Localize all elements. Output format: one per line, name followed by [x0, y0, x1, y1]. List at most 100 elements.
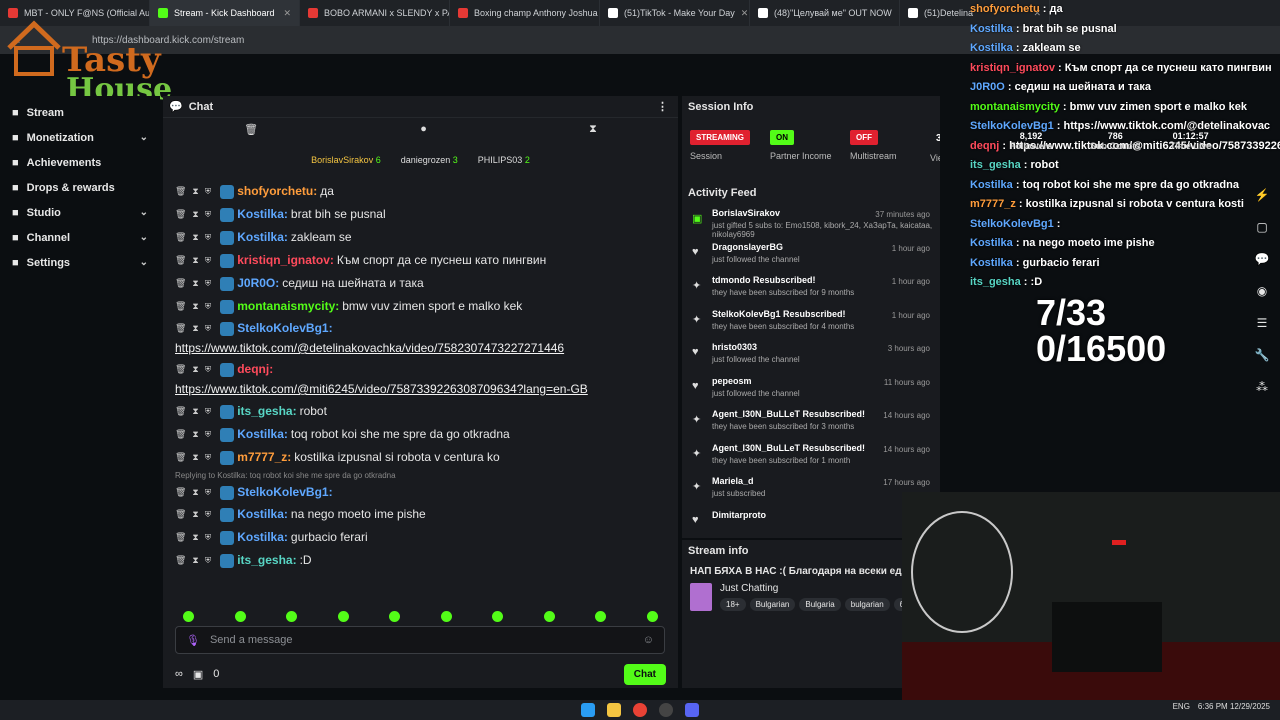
- emoji-icon[interactable]: ☺: [643, 634, 654, 646]
- chat-username[interactable]: StelkoKolevBg1:: [237, 320, 332, 337]
- emote-icon[interactable]: [595, 610, 607, 622]
- mod-actions-icon[interactable]: 🗑⧗⛨: [175, 403, 217, 420]
- mod-actions-icon[interactable]: 🗑⧗⛨: [175, 449, 217, 466]
- star-icon: ✦: [692, 481, 702, 493]
- leaderboard-name[interactable]: BorislavSirakov: [311, 155, 373, 165]
- sidebar-item-stream[interactable]: ■ Stream: [0, 100, 160, 125]
- browser-tab[interactable]: BOBO ARMANI x SLENDY x PA✕: [300, 0, 450, 26]
- stream-tag[interactable]: Bulgaria: [799, 598, 841, 611]
- chevron-down-icon[interactable]: ⌄: [140, 232, 148, 243]
- mod-actions-icon[interactable]: 🗑⧗⛨: [175, 298, 217, 315]
- leaderboard-name[interactable]: daniegrozen: [401, 155, 451, 165]
- chat-username[interactable]: Kostilka:: [237, 529, 288, 546]
- emote-icon[interactable]: [234, 610, 246, 622]
- mod-actions-icon[interactable]: 🗑⧗⛨: [175, 506, 217, 523]
- emote-icon[interactable]: [337, 610, 349, 622]
- mod-actions-icon[interactable]: 🗑⧗⛨: [175, 275, 217, 292]
- mic-icon[interactable]: 🎙: [186, 634, 200, 647]
- chat-username[interactable]: its_gesha:: [237, 403, 296, 420]
- chat-username[interactable]: m7777_z:: [237, 449, 291, 466]
- hourglass-icon[interactable]: ⧗: [589, 123, 597, 136]
- emote-icon[interactable]: [646, 610, 658, 622]
- chat-title: Chat: [188, 100, 214, 113]
- copy-icon[interactable]: ▢: [1256, 220, 1267, 234]
- users-icon[interactable]: ⁂: [1256, 380, 1268, 394]
- user-badge-icon: [220, 553, 235, 568]
- sidebar-item-settings[interactable]: ■ Settings ⌄: [0, 250, 160, 275]
- trash-icon[interactable]: 🗑: [244, 123, 258, 136]
- chevron-down-icon[interactable]: ⌄: [140, 132, 148, 143]
- chat-username[interactable]: shofyorchetu:: [237, 183, 317, 200]
- stream-tag[interactable]: Bulgarian: [749, 598, 796, 611]
- mod-actions-icon[interactable]: 🗑⧗⛨: [175, 252, 217, 269]
- chat-username[interactable]: Kostilka:: [237, 426, 288, 443]
- chat-link[interactable]: https://www.tiktok.com/@miti6245/video/7…: [175, 381, 666, 398]
- chat-message: 🗑⧗⛨ m7777_z: kostilka izpusnal si robota v…: [163, 446, 678, 469]
- user-badge-icon: [220, 299, 235, 314]
- emote-icon[interactable]: [286, 610, 298, 622]
- browser-tab[interactable]: (48)"Целувай ме" OUT NOW✕: [750, 0, 900, 26]
- chat-username[interactable]: Kostilka:: [237, 229, 288, 246]
- chat-message: 🗑⧗⛨ Kostilka: toq robot koi she me spre da…: [163, 423, 678, 446]
- stream-tag[interactable]: bulgarian: [844, 598, 890, 611]
- folder-icon[interactable]: [607, 703, 621, 717]
- layers-icon[interactable]: ☰: [1257, 316, 1268, 330]
- mod-actions-icon[interactable]: 🗑⧗⛨: [175, 552, 217, 569]
- mod-actions-icon[interactable]: 🗑⧗⛨: [175, 529, 217, 546]
- chat-username[interactable]: Kostilka:: [237, 506, 288, 523]
- chat-link[interactable]: https://www.tiktok.com/@detelinakovachka…: [175, 340, 666, 357]
- obs-icon[interactable]: [659, 703, 673, 717]
- chrome-icon[interactable]: [633, 703, 647, 717]
- message-input[interactable]: 🎙 Send a message ☺: [175, 626, 665, 654]
- mod-actions-icon[interactable]: 🗑⧗⛨: [175, 426, 217, 443]
- emote-icon[interactable]: [492, 610, 504, 622]
- mod-actions-icon[interactable]: 🗑⧗⛨: [175, 484, 217, 501]
- browser-tab[interactable]: (51)TikTok - Make Your Day ✕: [600, 0, 750, 26]
- discord-icon[interactable]: [685, 703, 699, 717]
- browser-tab[interactable]: Boxing champ Anthony Joshua✕: [450, 0, 600, 26]
- chat-username[interactable]: kristiqn_ignatov:: [237, 252, 334, 269]
- mod-actions-icon[interactable]: 🗑⧗⛨: [175, 229, 217, 246]
- chat-icon[interactable]: 💬: [1255, 252, 1270, 266]
- windows-start-icon[interactable]: [581, 703, 595, 717]
- chat-username[interactable]: deqnj:: [237, 361, 273, 378]
- tab-close-icon[interactable]: ✕: [283, 8, 291, 19]
- sidebar-item-studio[interactable]: ■ Studio ⌄: [0, 200, 160, 225]
- mod-actions-icon[interactable]: 🗑⧗⛨: [175, 206, 217, 223]
- link-icon[interactable]: ∞: [175, 668, 183, 680]
- emote-icon[interactable]: [440, 610, 452, 622]
- chat-username[interactable]: StelkoKolevBg1:: [237, 484, 332, 501]
- leaderboard-name[interactable]: PHILIPS03: [478, 155, 523, 165]
- chevron-down-icon[interactable]: ⌄: [140, 207, 148, 218]
- sidebar-item-channel[interactable]: ■ Channel ⌄: [0, 225, 160, 250]
- chevron-down-icon[interactable]: ⌄: [140, 257, 148, 268]
- emote-icon[interactable]: [389, 610, 401, 622]
- mod-actions-icon[interactable]: 🗑⧗⛨: [175, 361, 217, 378]
- sidebar-item-monetization[interactable]: ■ Monetization ⌄: [0, 125, 160, 150]
- sidebar-item-drops-rewards[interactable]: ■ Drops & rewards: [0, 175, 160, 200]
- stream-tag[interactable]: 18+: [720, 598, 746, 611]
- sidebar-item-label: Studio: [26, 206, 61, 219]
- clock[interactable]: 6:36 PM 12/29/2025: [1198, 702, 1270, 711]
- user-badge-icon: [220, 321, 235, 336]
- sidebar-item-achievements[interactable]: ■ Achievements: [0, 150, 160, 175]
- chat-username[interactable]: J0R0O:: [237, 275, 279, 292]
- chat-bubble-icon[interactable]: ●: [420, 123, 427, 135]
- emote-icon[interactable]: [543, 610, 555, 622]
- activity-time: 1 hour ago: [891, 243, 930, 253]
- category-name[interactable]: Just Chatting: [720, 583, 915, 594]
- overlay-username: Kostilka: [970, 256, 1013, 269]
- wrench-icon[interactable]: 🔧: [1255, 348, 1270, 362]
- mod-actions-icon[interactable]: 🗑⧗⛨: [175, 183, 217, 200]
- language-indicator[interactable]: ENG: [1173, 702, 1190, 711]
- chat-username[interactable]: Kostilka:: [237, 206, 288, 223]
- chat-username[interactable]: its_gesha:: [237, 552, 296, 569]
- mod-actions-icon[interactable]: 🗑⧗⛨: [175, 320, 217, 337]
- more-menu-icon[interactable]: ⋮: [657, 100, 668, 113]
- emote-icon[interactable]: [183, 610, 195, 622]
- broadcast-icon[interactable]: ◉: [1257, 284, 1267, 298]
- chat-send-button[interactable]: Chat: [623, 663, 666, 685]
- bolt-icon[interactable]: ⚡: [1255, 188, 1270, 202]
- tab-close-icon[interactable]: ✕: [741, 8, 749, 19]
- chat-username[interactable]: montanaismycity:: [237, 298, 339, 315]
